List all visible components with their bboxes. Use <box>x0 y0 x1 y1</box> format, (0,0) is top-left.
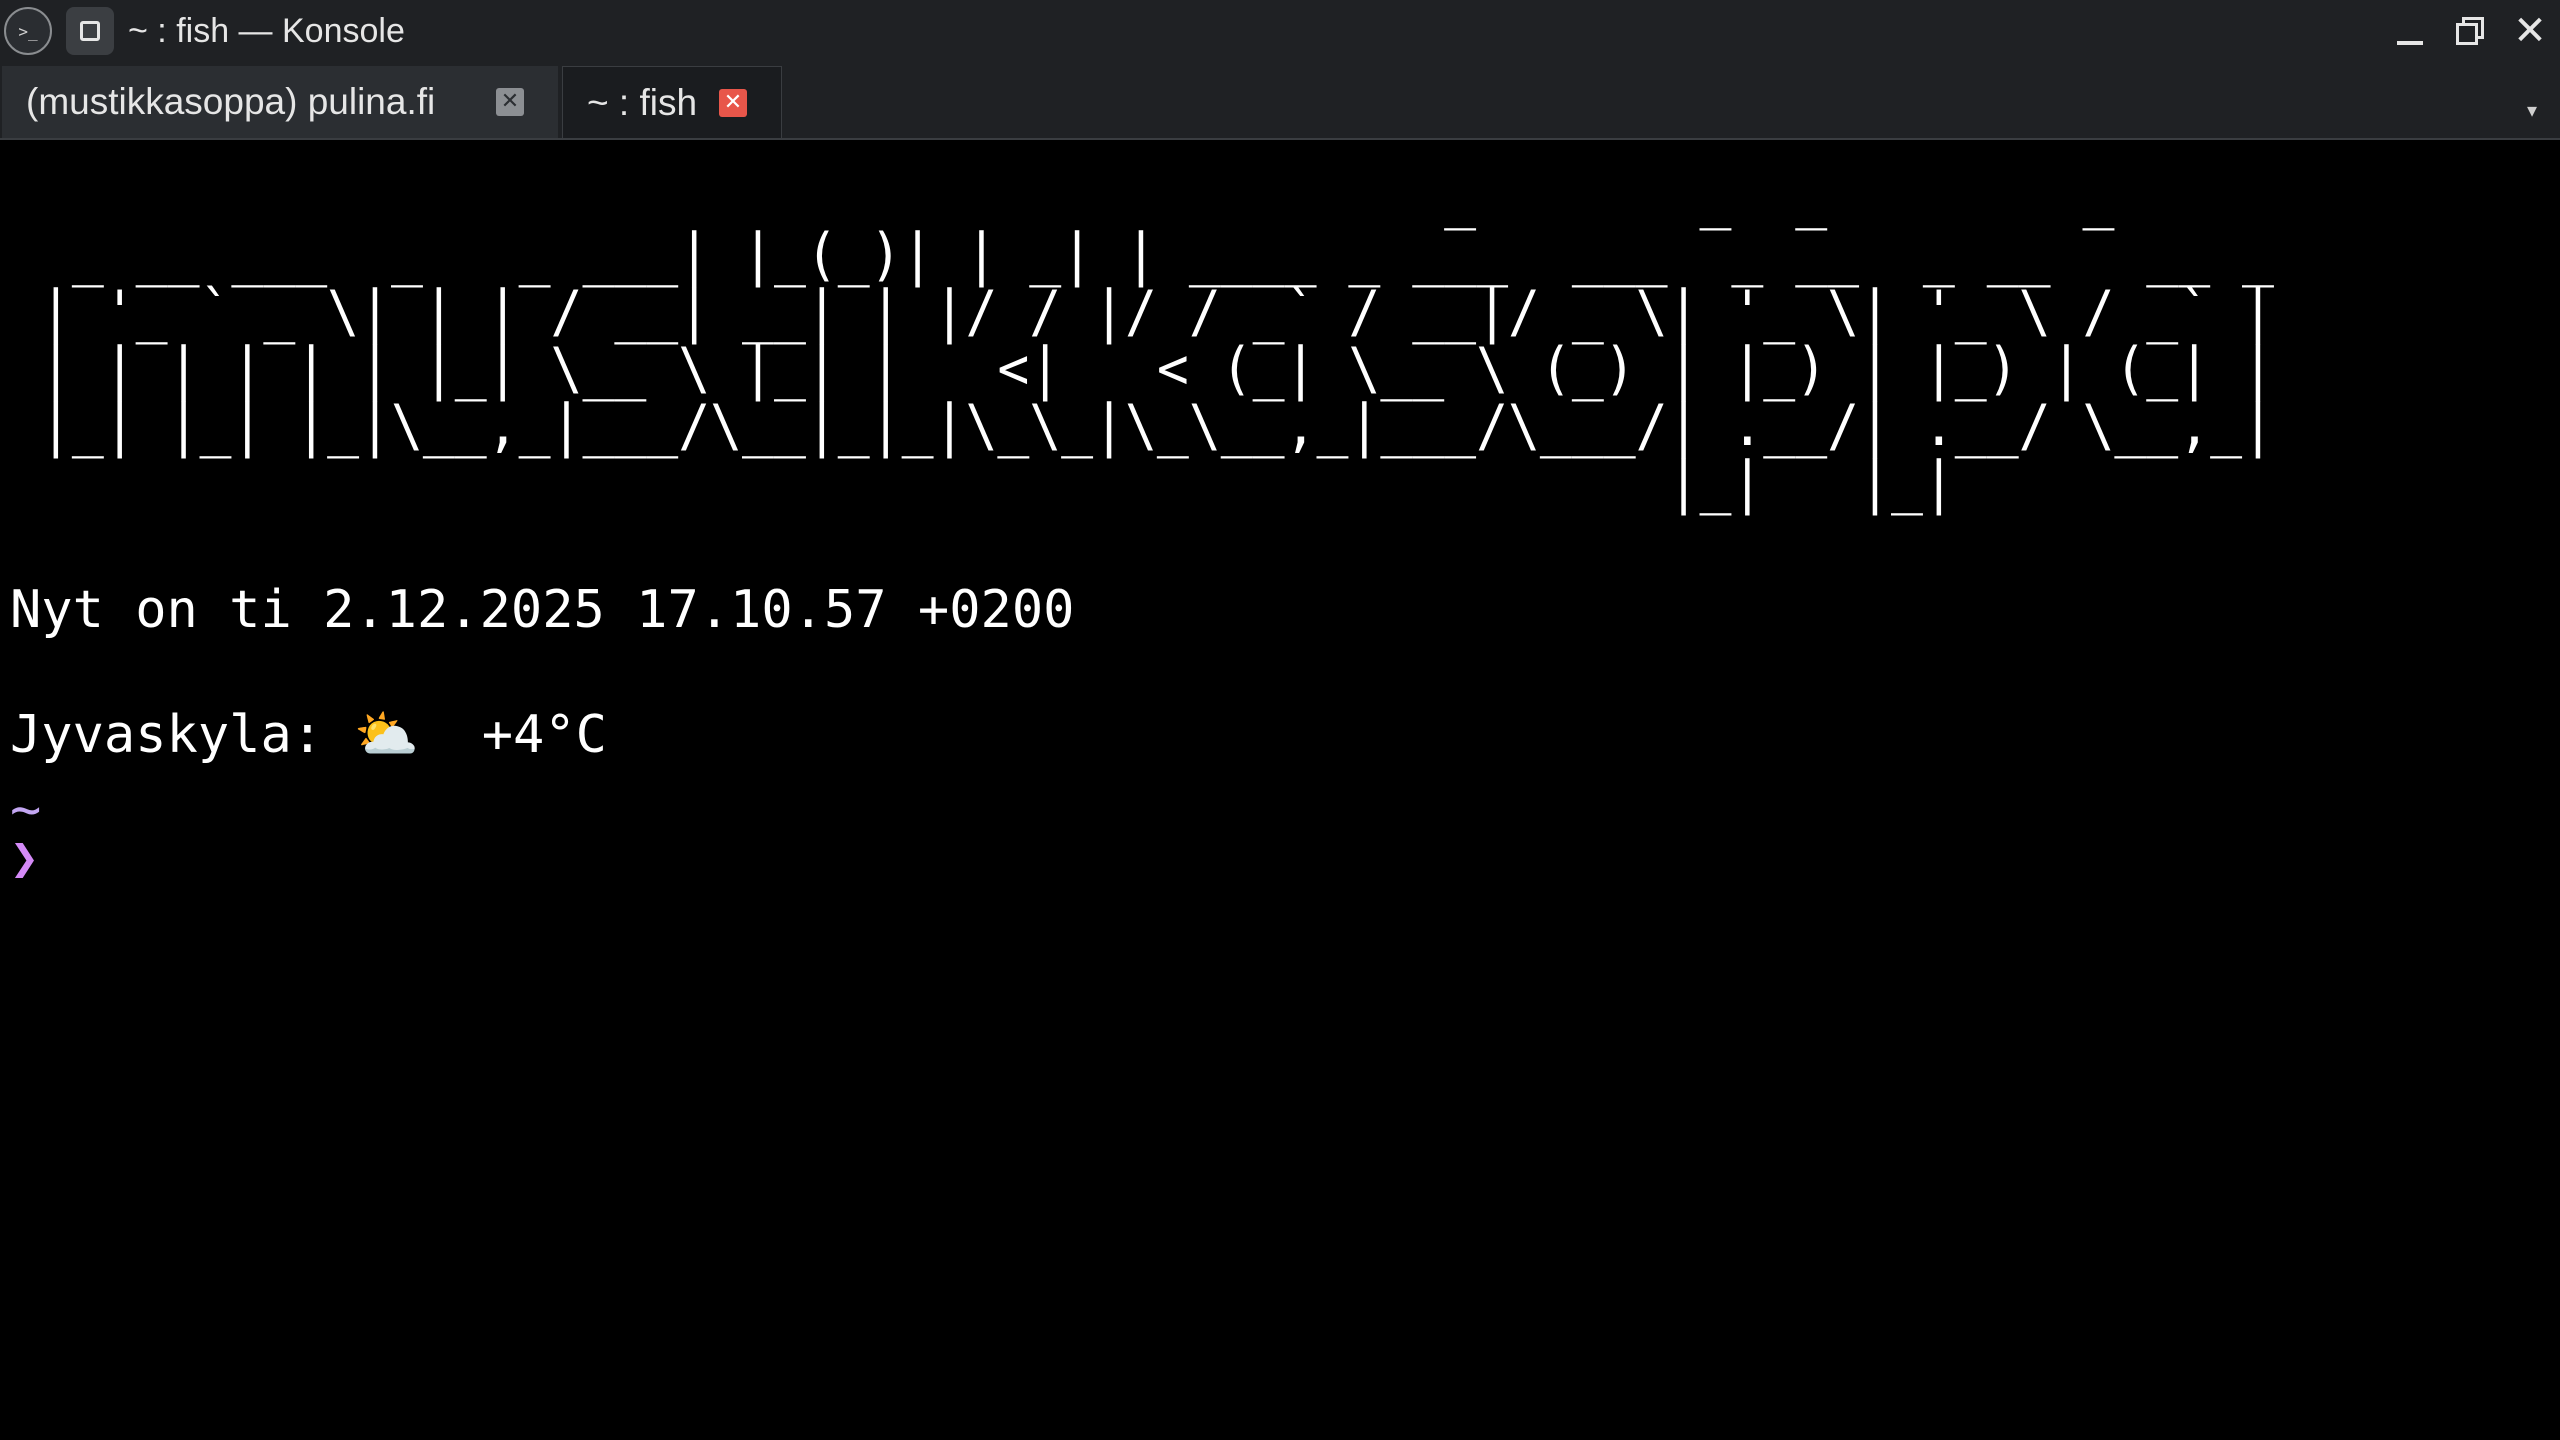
tab-close-icon[interactable]: ✕ <box>719 89 747 117</box>
konsole-terminal-icon[interactable]: >_ <box>4 7 52 55</box>
tab-fish[interactable]: ~ : fish ✕ <box>562 66 782 138</box>
title-bar: >_ ~ : fish — Konsole <box>0 0 2560 62</box>
tab-label: (mustikkasoppa) pulina.fi <box>26 81 436 122</box>
close-icon: ✕ <box>2513 8 2547 54</box>
ascii-banner: _ _ _ _ _ __ ___ _ _ ___| |_(_)| | _| | … <box>39 165 2274 516</box>
tab-mustikkasoppa[interactable]: (mustikkasoppa) pulina.fi ✕ <box>2 66 558 138</box>
minimize-icon <box>2397 41 2423 45</box>
shell-prompt[interactable]: ❯ <box>10 830 39 886</box>
keep-above-icon <box>80 21 100 41</box>
weather-line: Jyvaskyla: ⛅ +4°C <box>10 705 607 765</box>
terminal-view[interactable]: _ _ _ _ _ __ ___ _ _ ___| |_(_)| | _| | … <box>0 140 2560 1440</box>
date-line: Nyt on ti 2.12.2025 17.10.57 +0200 <box>10 580 1075 640</box>
maximize-button[interactable] <box>2446 7 2494 55</box>
keep-above-button[interactable] <box>66 7 114 55</box>
restore-icon <box>2456 17 2484 45</box>
minimize-button[interactable] <box>2386 7 2434 55</box>
close-window-button[interactable]: ✕ <box>2506 7 2554 55</box>
tab-label: ~ : fish <box>587 81 698 123</box>
window-title: ~ : fish — Konsole <box>128 11 405 50</box>
tab-close-icon[interactable]: ✕ <box>496 88 524 116</box>
tab-menu-chevron-icon[interactable]: ▾ <box>2508 86 2556 134</box>
tab-bar: (mustikkasoppa) pulina.fi ✕ ~ : fish ✕ ▾ <box>0 62 2560 140</box>
